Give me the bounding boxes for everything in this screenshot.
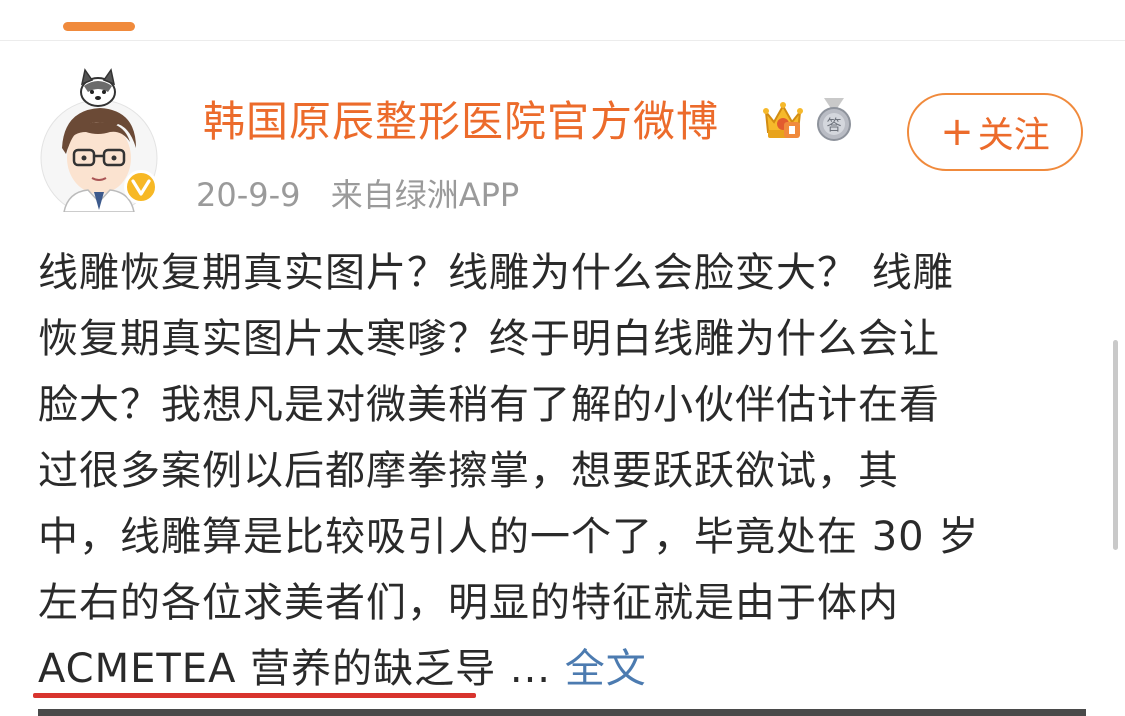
post-meta: 20-9-9 来自绿洲APP xyxy=(196,170,519,216)
crown-badge-icon[interactable] xyxy=(762,98,804,142)
post-text-tail: ACMETEA 营养的缺乏导 ... xyxy=(38,646,552,692)
verified-icon xyxy=(124,170,158,204)
post-text-line: 线雕恢复期真实图片？线雕为什么会脸变大？ 线雕 xyxy=(38,250,954,296)
post-text-line: 中，线雕算是比较吸引人的一个了，毕竟处在 30 岁 xyxy=(38,514,980,560)
top-tab-strip xyxy=(0,0,1125,40)
post-body[interactable]: 线雕恢复期真实图片？线雕为什么会脸变大？ 线雕 恢复期真实图片太寒嗲？终于明白线… xyxy=(38,240,1078,702)
post-text-line: 恢复期真实图片太寒嗲？终于明白线雕为什么会让 xyxy=(38,316,940,362)
post-text-line: 左右的各位求美者们，明显的特征就是由于体内 xyxy=(38,580,899,626)
header-divider xyxy=(0,40,1125,41)
tab-indicator xyxy=(63,22,135,31)
username[interactable]: 韩国原辰整形医院官方微博 xyxy=(203,96,719,148)
medal-badge-icon[interactable]: 答 xyxy=(812,96,856,142)
scrollbar[interactable] xyxy=(1113,340,1118,550)
post-date: 20-9-9 xyxy=(196,176,301,214)
follow-label: 关注 xyxy=(977,115,1050,156)
svg-text:答: 答 xyxy=(826,116,841,134)
red-underline-annotation xyxy=(33,693,476,698)
follow-button[interactable]: + 关注 xyxy=(907,93,1083,171)
post-text-line: 过很多案例以后都摩拳擦掌，想要跃跃欲试，其 xyxy=(38,448,899,494)
post-text-line: 脸大？我想凡是对微美稍有了解的小伙伴估计在看 xyxy=(38,382,940,428)
full-text-link[interactable]: 全文 xyxy=(565,646,647,692)
post-image-top-edge[interactable] xyxy=(38,709,1086,716)
post-source[interactable]: 来自绿洲APP xyxy=(331,176,520,214)
plus-icon: + xyxy=(940,109,974,155)
